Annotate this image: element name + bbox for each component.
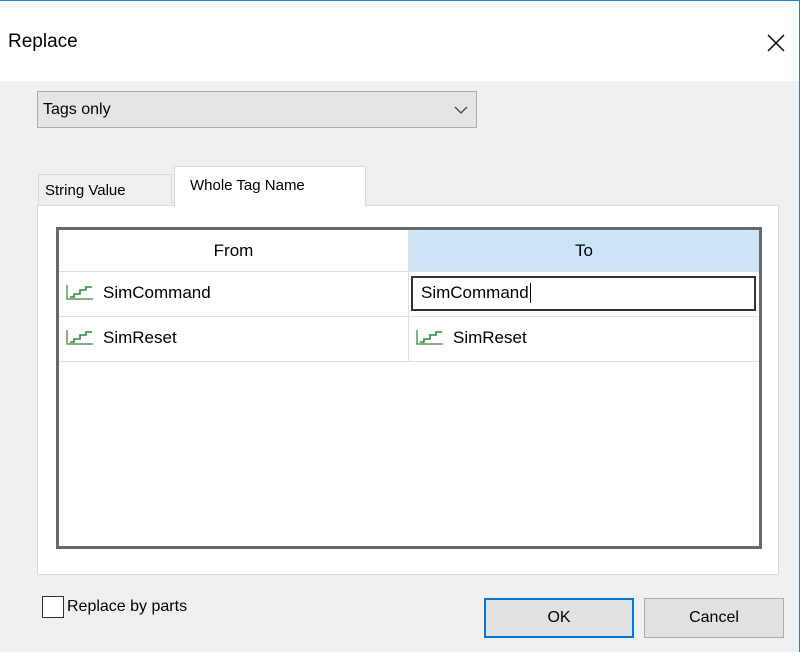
- table-header: From To: [59, 230, 759, 272]
- close-button[interactable]: [758, 25, 794, 61]
- cancel-button[interactable]: Cancel: [644, 598, 784, 638]
- tag-icon: [66, 285, 93, 300]
- tag-icon: [66, 330, 93, 345]
- to-edit-value: SimCommand: [421, 283, 529, 302]
- title-bar[interactable]: Replace: [0, 1, 799, 81]
- replace-by-parts-checkbox[interactable]: [42, 596, 64, 618]
- table-row[interactable]: SimReset SimReset: [59, 317, 759, 362]
- column-header-from[interactable]: From: [59, 230, 409, 271]
- scope-dropdown-value: Tags only: [43, 101, 111, 118]
- close-icon: [767, 34, 785, 52]
- tag-icon: [416, 330, 443, 345]
- to-edit-field[interactable]: SimCommand: [411, 276, 756, 311]
- to-tag-name: SimReset: [453, 328, 527, 347]
- from-tag-name: SimReset: [103, 328, 177, 347]
- scope-dropdown[interactable]: Tags only: [37, 91, 477, 128]
- ok-button[interactable]: OK: [484, 598, 634, 638]
- text-caret: [529, 283, 531, 303]
- dialog-title: Replace: [8, 31, 78, 52]
- tab-string-value[interactable]: String Value: [38, 174, 172, 204]
- chevron-down-icon: [454, 106, 468, 114]
- tab-whole-tag-name[interactable]: Whole Tag Name: [174, 166, 366, 206]
- from-tag-name: SimCommand: [103, 283, 211, 302]
- replace-table: From To SimCommand SimCommand SimReset S…: [56, 227, 762, 549]
- to-cell[interactable]: SimReset: [409, 317, 759, 361]
- replace-by-parts-label: Replace by parts: [67, 598, 188, 615]
- from-cell[interactable]: SimReset: [59, 317, 409, 361]
- column-header-to[interactable]: To: [409, 230, 759, 271]
- from-cell[interactable]: SimCommand: [59, 272, 409, 316]
